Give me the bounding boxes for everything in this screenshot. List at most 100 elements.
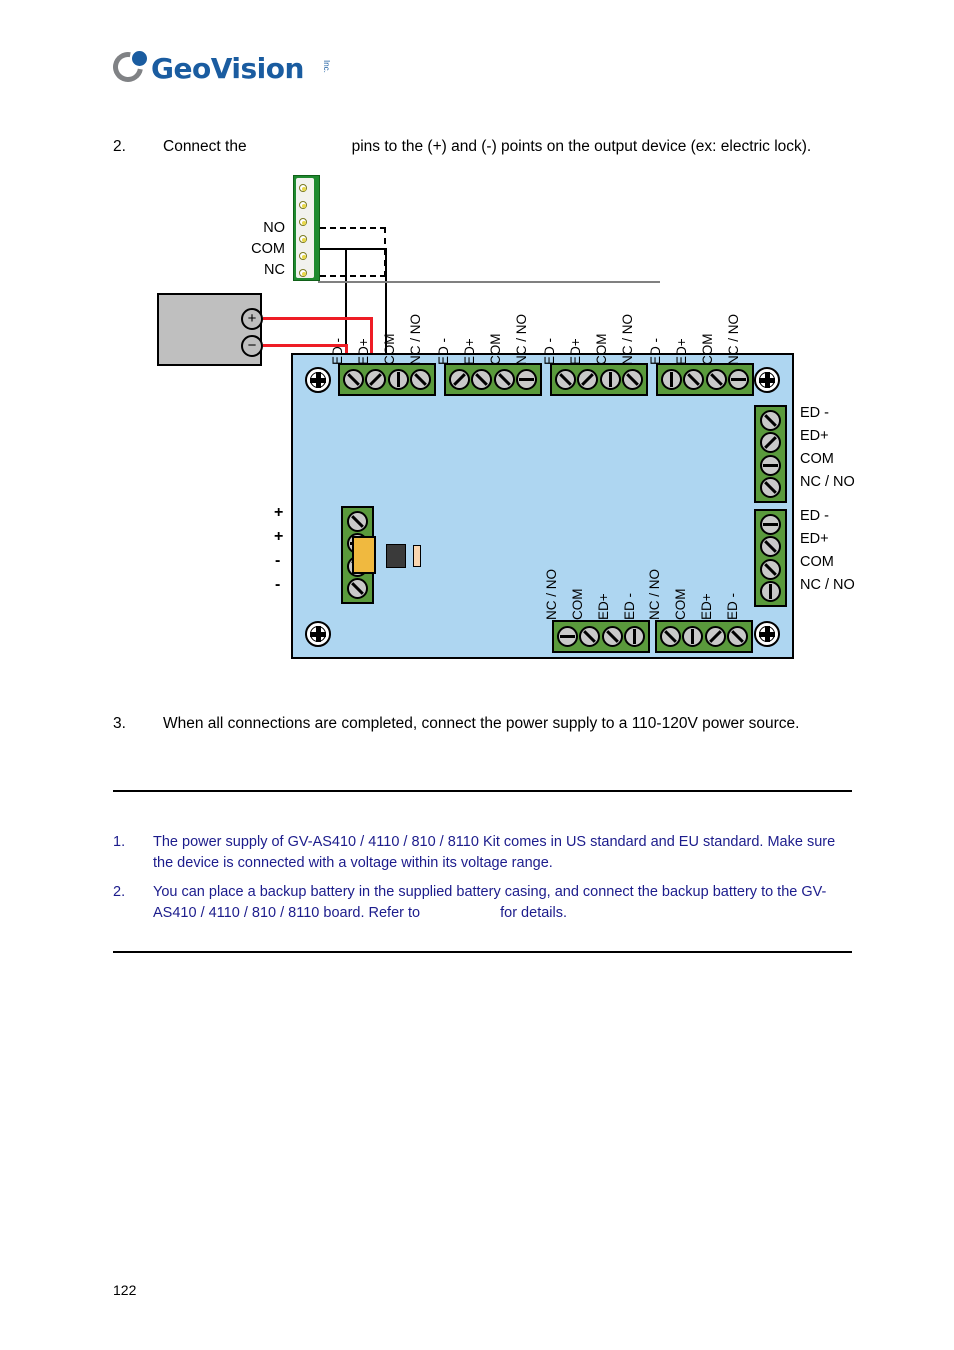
top-label-4-ed-plus: ED+ [674, 338, 689, 365]
right-label-2-nc-no: NC / NO [800, 577, 855, 593]
top-label-1-ed-plus: ED+ [356, 338, 371, 365]
screw-4-1[interactable] [660, 369, 682, 390]
right-terminal-block-1[interactable] [754, 405, 787, 503]
relay-pin-nc [299, 269, 307, 277]
screw-3-2[interactable] [577, 369, 599, 390]
wire-reference-line [318, 281, 660, 283]
relay-pin-no [299, 235, 307, 243]
top-label-2-ed-minus: ED - [436, 338, 451, 365]
wire-dashed-nc-horizontal [320, 275, 386, 277]
note-divider-top [113, 790, 852, 792]
component-resistor [413, 545, 421, 567]
relay-connector-block [293, 175, 320, 281]
wiring-diagram: NO COM NC + − ED - ED+ COM NC / NO ED - … [0, 0, 954, 1350]
screw-4-2[interactable] [683, 369, 705, 390]
screw-4-4[interactable] [728, 369, 750, 390]
top-terminal-block-1[interactable] [338, 363, 436, 396]
bottom-screw-2-1[interactable] [659, 626, 681, 647]
screw-1-3[interactable] [387, 369, 409, 390]
output-device-positive-terminal: + [241, 308, 263, 330]
top-terminal-block-2[interactable] [444, 363, 542, 396]
bottom-label-2-ed-minus: ED - [725, 593, 740, 620]
wire-com-h1 [320, 248, 365, 250]
right-label-1-ed-plus: ED+ [800, 428, 829, 444]
right-screw-1-1[interactable] [760, 409, 781, 431]
bottom-screw-2-2[interactable] [682, 626, 704, 647]
component-capacitor [352, 536, 376, 574]
right-label-1-ed-minus: ED - [800, 405, 829, 421]
bottom-label-1-ed-minus: ED - [622, 593, 637, 620]
bottom-label-2-nc-no: NC / NO [647, 568, 662, 620]
top-label-3-ed-plus: ED+ [568, 338, 583, 365]
note-1-text: The power supply of GV-AS410 / 4110 / 81… [153, 834, 836, 871]
note-divider-bottom [113, 951, 852, 953]
screw-4-3[interactable] [705, 369, 727, 390]
right-terminal-block-2[interactable] [754, 509, 787, 607]
right-screw-1-2[interactable] [760, 432, 781, 454]
bottom-terminal-block-1[interactable] [552, 620, 650, 653]
step-3-text: When all connections are completed, conn… [163, 715, 800, 732]
top-label-2-nc-no: NC / NO [514, 313, 529, 365]
relay-label-com: COM [251, 241, 285, 257]
right-screw-2-2[interactable] [760, 536, 781, 558]
screw-2-4[interactable] [516, 369, 538, 390]
screw-1-4[interactable] [410, 369, 432, 390]
relay-label-no: NO [263, 220, 285, 236]
power-screw-1[interactable] [347, 510, 368, 532]
top-label-1-ed-minus: ED - [330, 338, 345, 365]
bottom-screw-2-4[interactable] [727, 626, 749, 647]
right-screw-2-1[interactable] [760, 513, 781, 535]
pcb-board [291, 353, 794, 659]
right-screw-1-4[interactable] [760, 477, 781, 499]
top-label-1-com: COM [382, 333, 397, 366]
top-label-3-ed-minus: ED - [542, 338, 557, 365]
right-screw-2-4[interactable] [760, 581, 781, 603]
screw-3-3[interactable] [599, 369, 621, 390]
right-label-2-com: COM [800, 554, 834, 570]
top-label-3-com: COM [594, 333, 609, 366]
bottom-screw-1-3[interactable] [601, 626, 623, 647]
component-chip [386, 544, 406, 568]
page-number: 122 [113, 1282, 137, 1298]
screw-2-2[interactable] [471, 369, 493, 390]
bottom-screw-1-1[interactable] [556, 626, 578, 647]
top-label-2-ed-plus: ED+ [462, 338, 477, 365]
top-terminal-block-4[interactable] [656, 363, 754, 396]
screw-2-3[interactable] [493, 369, 515, 390]
note-1-number: 1. [113, 834, 126, 850]
mounting-hole-top-left [305, 367, 331, 393]
top-terminal-block-3[interactable] [550, 363, 648, 396]
bottom-screw-1-2[interactable] [579, 626, 601, 647]
wire-nc-h1 [365, 248, 387, 250]
note-2-text: You can place a backup battery in the su… [153, 882, 853, 924]
bottom-screw-2-3[interactable] [704, 626, 726, 647]
screw-3-4[interactable] [622, 369, 644, 390]
bottom-terminal-block-2[interactable] [655, 620, 753, 653]
screw-3-1[interactable] [554, 369, 576, 390]
power-screw-4[interactable] [347, 578, 368, 600]
top-label-4-com: COM [700, 333, 715, 366]
bottom-label-1-ed-plus: ED+ [596, 593, 611, 620]
screw-2-1[interactable] [448, 369, 470, 390]
screw-1-2[interactable] [365, 369, 387, 390]
mounting-hole-bottom-right [754, 621, 780, 647]
right-screw-2-3[interactable] [760, 558, 781, 580]
right-label-1-com: COM [800, 451, 834, 467]
bottom-screw-1-4[interactable] [624, 626, 646, 647]
note-2-text-after: for details. [500, 905, 568, 921]
right-screw-1-3[interactable] [760, 454, 781, 476]
power-label-minus-1: - [275, 552, 281, 569]
step-3-number: 3. [113, 715, 126, 732]
relay-pin-com [299, 252, 307, 260]
relay-connector-body [296, 178, 314, 278]
note-2-number: 2. [113, 884, 126, 900]
power-label-plus-1: + [274, 504, 284, 521]
bottom-label-2-ed-plus: ED+ [699, 593, 714, 620]
power-label-plus-2: + [274, 528, 284, 545]
relay-pin-1 [299, 184, 307, 192]
right-label-2-ed-minus: ED - [800, 508, 829, 524]
screw-1-1[interactable] [342, 369, 364, 390]
wire-dashed-no-horizontal [320, 227, 386, 229]
right-label-2-ed-plus: ED+ [800, 531, 829, 547]
bottom-label-1-com: COM [570, 588, 585, 621]
